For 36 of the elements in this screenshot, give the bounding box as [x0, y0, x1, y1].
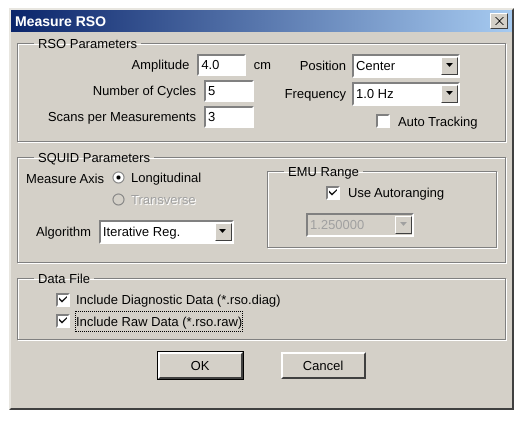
radio-label[interactable]: Longitudinal	[131, 168, 202, 187]
dropdown[interactable]: Iterative Reg.	[98, 220, 234, 244]
checkbox[interactable]	[326, 186, 340, 200]
text-field[interactable]: 5	[204, 80, 254, 102]
radio-button[interactable]	[112, 170, 126, 184]
field-label: Measure Axis	[26, 170, 104, 188]
checkmark-icon	[59, 317, 67, 326]
close-button[interactable]	[490, 13, 508, 29]
group-title: RSO Parameters	[37, 35, 138, 53]
close-icon	[494, 17, 504, 25]
group-title: SQUID Parameters	[37, 149, 151, 167]
checkbox-label[interactable]: Auto Tracking	[398, 112, 478, 131]
field-label: Scans per Measurements	[46, 108, 196, 126]
checkbox-label[interactable]: Include Raw Data (*.rso.raw)	[76, 312, 242, 331]
text-field[interactable]: 4.0	[197, 54, 246, 76]
field-label: Position	[298, 56, 346, 75]
checkmark-icon	[329, 188, 337, 197]
dropdown[interactable]: 1.0 Hz	[352, 82, 460, 106]
checkbox-label[interactable]: Use Autoranging	[348, 183, 444, 202]
window-title: Measure RSO	[15, 12, 106, 30]
field-label: Amplitude	[130, 56, 190, 74]
checkmark-icon	[59, 296, 67, 304]
group-title: EMU Range	[287, 162, 360, 181]
checkbox[interactable]	[56, 314, 70, 328]
text-field[interactable]: 3	[204, 106, 254, 128]
dialog-button[interactable]: OK	[158, 352, 242, 379]
group-title: Data File	[37, 270, 92, 288]
field-label: Algorithm	[36, 222, 91, 241]
checkbox[interactable]	[56, 292, 70, 307]
field-label: Frequency	[284, 84, 346, 103]
field-label: Number of Cycles	[92, 82, 196, 100]
dropdown[interactable]: Center	[352, 54, 460, 78]
checkbox-label[interactable]: Include Diagnostic Data (*.rso.diag)	[76, 290, 280, 310]
dialog-button[interactable]: Cancel	[280, 352, 366, 379]
unit-label: cm	[254, 56, 271, 74]
checkbox[interactable]	[376, 114, 390, 128]
